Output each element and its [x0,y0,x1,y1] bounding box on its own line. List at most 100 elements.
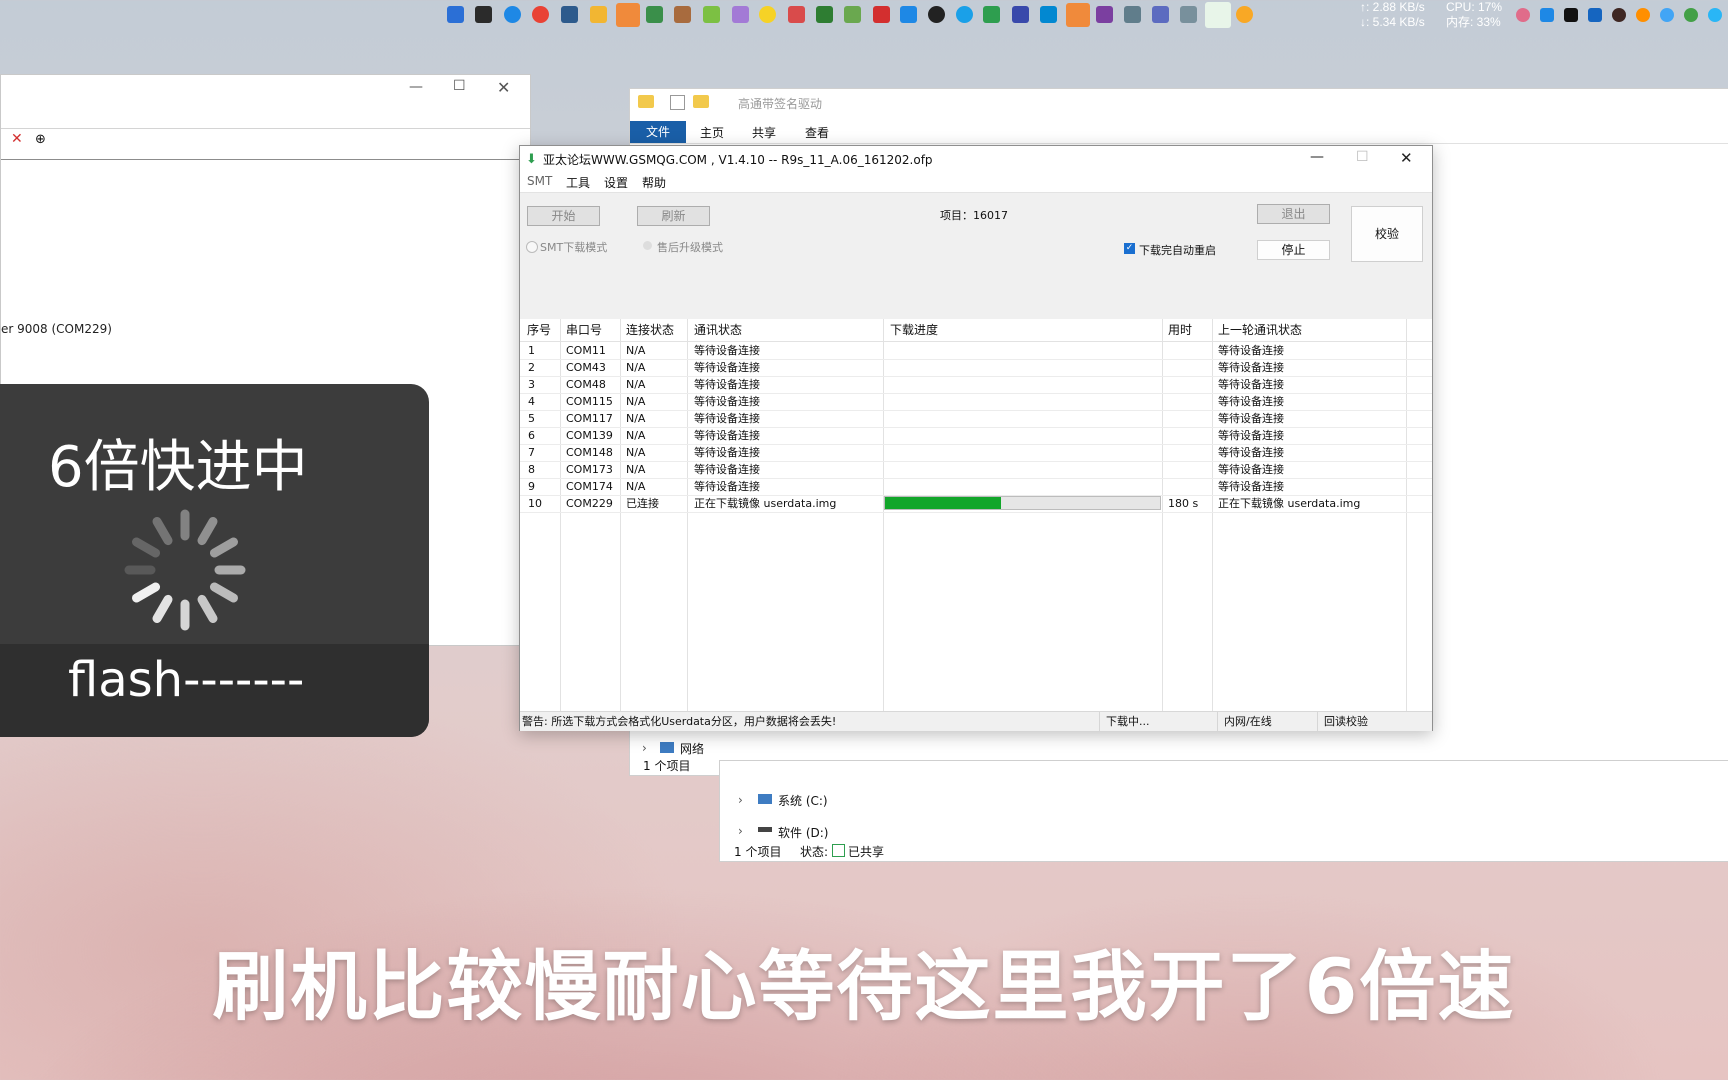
nvidia-icon[interactable] [1564,8,1578,22]
cell-no: 6 [528,429,535,442]
dreamweaver-icon[interactable] [816,6,833,23]
table-row[interactable]: 5 COM117 N/A 等待设备连接 等待设备连接 [520,410,1432,428]
app-icon[interactable] [844,6,861,23]
column-header[interactable]: 下载进度 [890,319,938,341]
properties-icon[interactable] [670,95,685,110]
app-icon[interactable] [788,6,805,23]
column-header[interactable]: 串口号 [566,319,602,341]
app-icon[interactable] [504,6,521,23]
table-row[interactable]: 6 COM139 N/A 等待设备连接 等待设备连接 [520,427,1432,445]
menu-settings[interactable]: 设置 [604,174,628,191]
ribbon-tab-view[interactable]: 查看 [805,124,829,141]
stop-button[interactable]: 停止 [1257,240,1330,260]
app-icon[interactable] [703,6,720,23]
tray-icon[interactable] [1636,8,1650,22]
windows-start-icon[interactable] [447,6,464,23]
task-view-icon[interactable] [475,6,492,23]
minimize-icon[interactable]: — [409,79,423,95]
tray-icon[interactable] [1516,8,1530,22]
app-icon[interactable] [1124,6,1141,23]
player-icon[interactable] [759,6,776,23]
table-row[interactable]: 9 COM174 N/A 等待设备连接 等待设备连接 [520,478,1432,496]
chevron-right-icon[interactable]: › [738,793,743,807]
close-icon[interactable]: ✕ [1400,149,1413,167]
cell-conn: N/A [626,429,646,442]
column-header[interactable]: 通讯状态 [694,319,742,341]
app-icon[interactable] [674,6,691,23]
ribbon-tab-share[interactable]: 共享 [752,124,776,141]
tray-icon[interactable] [1612,8,1626,22]
table-row[interactable]: 8 COM173 N/A 等待设备连接 等待设备连接 [520,461,1432,479]
spinner-segment [209,582,238,603]
menu-bar: SMT 工具 设置 帮助 [520,172,1432,192]
exit-button[interactable]: 退出 [1257,204,1330,224]
menu-tools[interactable]: 工具 [566,174,590,191]
refresh-button[interactable]: 刷新 [637,206,710,226]
cell-port: COM117 [566,412,613,425]
table-row[interactable]: 2 COM43 N/A 等待设备连接 等待设备连接 [520,359,1432,377]
tray-icon[interactable] [1684,8,1698,22]
app-icon[interactable] [900,6,917,23]
nav-network[interactable]: 网络 [680,740,704,757]
tray-icon[interactable] [1588,8,1602,22]
cell-comm: 等待设备连接 [694,446,760,459]
table-row[interactable]: 4 COM115 N/A 等待设备连接 等待设备连接 [520,393,1432,411]
maximize-icon[interactable]: ☐ [1356,149,1369,165]
drive-c[interactable]: 系统 (C:) [778,792,828,809]
spinner-segment [197,517,218,546]
cell-last: 等待设备连接 [1218,480,1284,493]
app-icon[interactable] [561,6,578,23]
app-icon[interactable] [1066,3,1090,27]
app-icon[interactable] [1096,6,1113,23]
app-icon[interactable] [1040,6,1057,23]
app-icon[interactable] [732,6,749,23]
menu-smt[interactable]: SMT [527,174,552,188]
star-icon[interactable] [873,6,890,23]
smt-mode-radio[interactable] [526,241,538,253]
item-count: 1 个项目 [734,845,782,859]
network-icon [660,742,674,753]
search-icon[interactable] [1236,6,1253,23]
table-row[interactable]: 1 COM11 N/A 等待设备连接 等待设备连接 [520,342,1432,360]
chevron-right-icon[interactable]: › [738,824,743,838]
ribbon-tab-home[interactable]: 主页 [700,124,724,141]
folder-icon[interactable] [590,6,607,23]
tray-icon[interactable] [1708,8,1722,22]
title-bar: ⬇ 亚太论坛WWW.GSMQG.COM , V1.4.10 -- R9s_11_… [520,146,1432,172]
app-icon[interactable] [646,6,663,23]
menu-help[interactable]: 帮助 [642,174,666,191]
app-icon[interactable] [1012,6,1029,23]
download-circle-icon[interactable]: ⊕ [35,132,46,147]
maximize-icon[interactable]: ☐ [453,78,466,94]
column-header[interactable]: 上一轮通讯状态 [1218,319,1302,341]
column-header[interactable]: 用时 [1168,319,1192,341]
edge-icon[interactable] [956,6,973,23]
app-icon[interactable] [1152,6,1169,23]
minimize-icon[interactable]: — [1310,149,1324,165]
start-button[interactable]: 开始 [527,206,600,226]
close-icon[interactable]: ✕ [497,78,510,97]
qq-icon[interactable] [928,6,945,23]
table-row[interactable]: 7 COM148 N/A 等待设备连接 等待设备连接 [520,444,1432,462]
download-icon[interactable] [1205,2,1231,28]
tray-icon[interactable] [1540,8,1554,22]
download-progress-fill [885,497,1001,509]
delete-icon[interactable]: ✕ [11,131,23,147]
auto-restart-checkbox[interactable]: ✓ [1124,243,1135,254]
tray-icon[interactable] [1660,8,1674,22]
column-header[interactable]: 序号 [527,319,551,341]
chevron-right-icon[interactable]: › [642,741,647,755]
app-icon[interactable] [983,6,1000,23]
new-folder-icon[interactable] [693,95,709,108]
app-icon[interactable] [1180,6,1197,23]
table-row[interactable]: 3 COM48 N/A 等待设备连接 等待设备连接 [520,376,1432,394]
aftersale-mode-radio[interactable] [643,241,652,250]
drive-d[interactable]: 软件 (D:) [778,824,828,841]
chrome-icon[interactable] [532,6,549,23]
ribbon-tab-file[interactable]: 文件 [630,121,686,143]
column-header[interactable]: 连接状态 [626,319,674,341]
cell-no: 9 [528,480,535,493]
wechat-icon[interactable] [616,3,640,27]
verify-button[interactable]: 校验 [1351,206,1423,262]
window-title: 亚太论坛WWW.GSMQG.COM , V1.4.10 -- R9s_11_A.… [543,153,933,167]
